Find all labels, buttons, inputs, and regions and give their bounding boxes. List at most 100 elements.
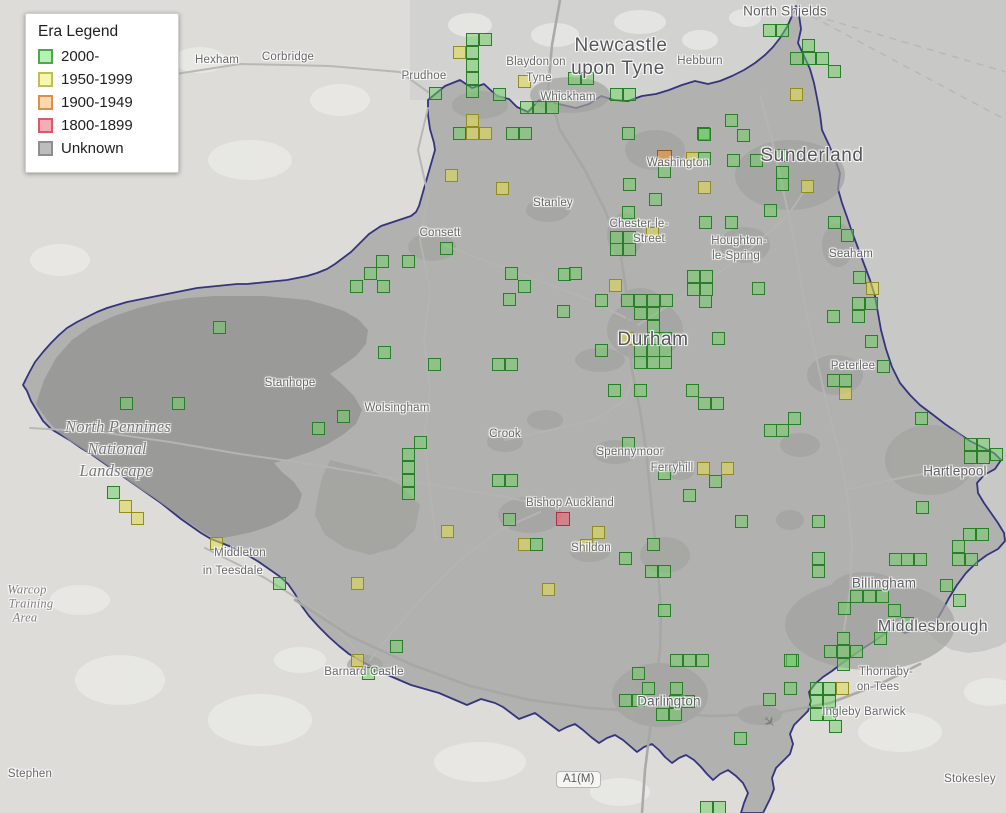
era-square-g[interactable] [841,229,854,242]
era-square-g[interactable] [402,474,415,487]
era-square-g[interactable] [658,565,671,578]
era-square-g[interactable] [402,487,415,500]
era-square-g[interactable] [649,193,662,206]
era-square-y[interactable] [351,577,364,590]
era-square-g[interactable] [107,486,120,499]
era-square-g[interactable] [839,374,852,387]
era-square-g[interactable] [634,384,647,397]
era-square-g[interactable] [698,397,711,410]
era-square-g[interactable] [414,436,427,449]
era-square-g[interactable] [312,422,325,435]
era-square-g[interactable] [914,553,927,566]
era-square-g[interactable] [812,552,825,565]
era-square-g[interactable] [850,590,863,603]
era-square-g[interactable] [823,682,836,695]
era-square-g[interactable] [810,682,823,695]
era-square-y[interactable] [466,114,479,127]
era-square-g[interactable] [952,553,965,566]
era-square-g[interactable] [453,127,466,140]
era-square-g[interactable] [712,332,725,345]
era-square-g[interactable] [735,515,748,528]
era-square-g[interactable] [816,52,829,65]
era-square-g[interactable] [863,590,876,603]
era-square-g[interactable] [505,474,518,487]
era-square-g[interactable] [990,448,1003,461]
era-square-g[interactable] [976,528,989,541]
era-square-g[interactable] [492,358,505,371]
era-square-g[interactable] [658,604,671,617]
era-square-y[interactable] [801,180,814,193]
era-square-g[interactable] [647,294,660,307]
era-square-g[interactable] [493,88,506,101]
era-square-g[interactable] [790,52,803,65]
era-square-g[interactable] [752,282,765,295]
era-square-g[interactable] [763,24,776,37]
era-square-g[interactable] [273,577,286,590]
era-square-g[interactable] [350,280,363,293]
era-square-g[interactable] [466,85,479,98]
era-square-g[interactable] [622,127,635,140]
era-square-g[interactable] [634,294,647,307]
era-square-g[interactable] [865,335,878,348]
era-square-g[interactable] [466,72,479,85]
era-square-y[interactable] [445,169,458,182]
era-square-g[interactable] [802,39,815,52]
era-square-g[interactable] [120,397,133,410]
era-square-y[interactable] [836,682,849,695]
era-square-g[interactable] [776,178,789,191]
era-square-g[interactable] [683,654,696,667]
era-square-g[interactable] [172,397,185,410]
era-square-y[interactable] [131,512,144,525]
era-square-g[interactable] [569,267,582,280]
era-square-g[interactable] [916,501,929,514]
era-square-g[interactable] [656,708,669,721]
era-square-g[interactable] [503,513,516,526]
era-square-g[interactable] [660,294,673,307]
era-square-g[interactable] [621,294,634,307]
era-square-g[interactable] [964,451,977,464]
era-square-g[interactable] [964,438,977,451]
era-square-g[interactable] [711,397,724,410]
era-square-y[interactable] [866,282,879,295]
era-square-g[interactable] [647,307,660,320]
era-square-g[interactable] [734,732,747,745]
era-square-g[interactable] [876,590,889,603]
era-square-g[interactable] [610,88,623,101]
era-square-g[interactable] [518,280,531,293]
era-square-g[interactable] [466,46,479,59]
era-square-g[interactable] [737,129,750,142]
era-square-g[interactable] [595,294,608,307]
era-square-g[interactable] [700,270,713,283]
era-square-g[interactable] [557,305,570,318]
era-square-g[interactable] [377,280,390,293]
era-square-g[interactable] [506,127,519,140]
era-square-y[interactable] [453,46,466,59]
era-square-g[interactable] [213,321,226,334]
era-square-g[interactable] [837,632,850,645]
era-square-g[interactable] [827,310,840,323]
era-square-g[interactable] [812,565,825,578]
era-square-g[interactable] [776,424,789,437]
era-square-g[interactable] [520,101,533,114]
era-square-g[interactable] [492,474,505,487]
era-square-g[interactable] [853,271,866,284]
era-square-g[interactable] [429,87,442,100]
era-square-y[interactable] [609,279,622,292]
era-square-g[interactable] [824,645,837,658]
era-square-g[interactable] [519,127,532,140]
era-square-g[interactable] [977,451,990,464]
era-square-g[interactable] [623,178,636,191]
era-square-g[interactable] [940,579,953,592]
era-square-g[interactable] [699,216,712,229]
era-square-g[interactable] [776,24,789,37]
era-square-g[interactable] [503,293,516,306]
era-square-g[interactable] [376,255,389,268]
era-square-g[interactable] [764,204,777,217]
era-square-g[interactable] [595,344,608,357]
era-square-g[interactable] [505,267,518,280]
era-square-g[interactable] [696,654,709,667]
era-square-g[interactable] [634,307,647,320]
era-square-g[interactable] [686,384,699,397]
era-square-y[interactable] [698,181,711,194]
era-square-g[interactable] [850,645,863,658]
